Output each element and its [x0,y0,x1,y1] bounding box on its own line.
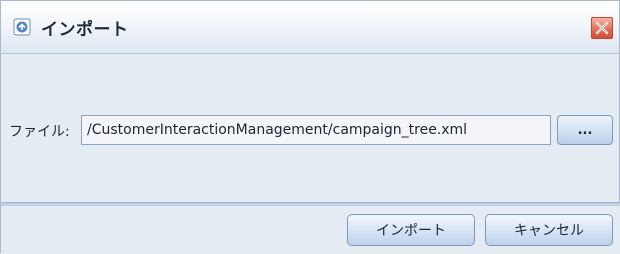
import-button[interactable]: インポート [347,214,475,246]
cancel-button[interactable]: キャンセル [485,214,613,246]
import-icon [13,18,31,36]
import-dialog: インポート ファイル: ... インポート キャンセル [0,0,620,254]
dialog-footer: インポート キャンセル [1,206,620,254]
dialog-title: インポート [41,20,129,40]
file-label: ファイル: [9,124,70,140]
file-path-input[interactable] [81,115,551,145]
title-bar[interactable]: インポート [1,1,619,54]
close-button[interactable] [591,17,613,39]
close-icon [595,21,609,35]
file-row: ファイル: ... [1,113,620,147]
browse-button[interactable]: ... [557,115,613,145]
